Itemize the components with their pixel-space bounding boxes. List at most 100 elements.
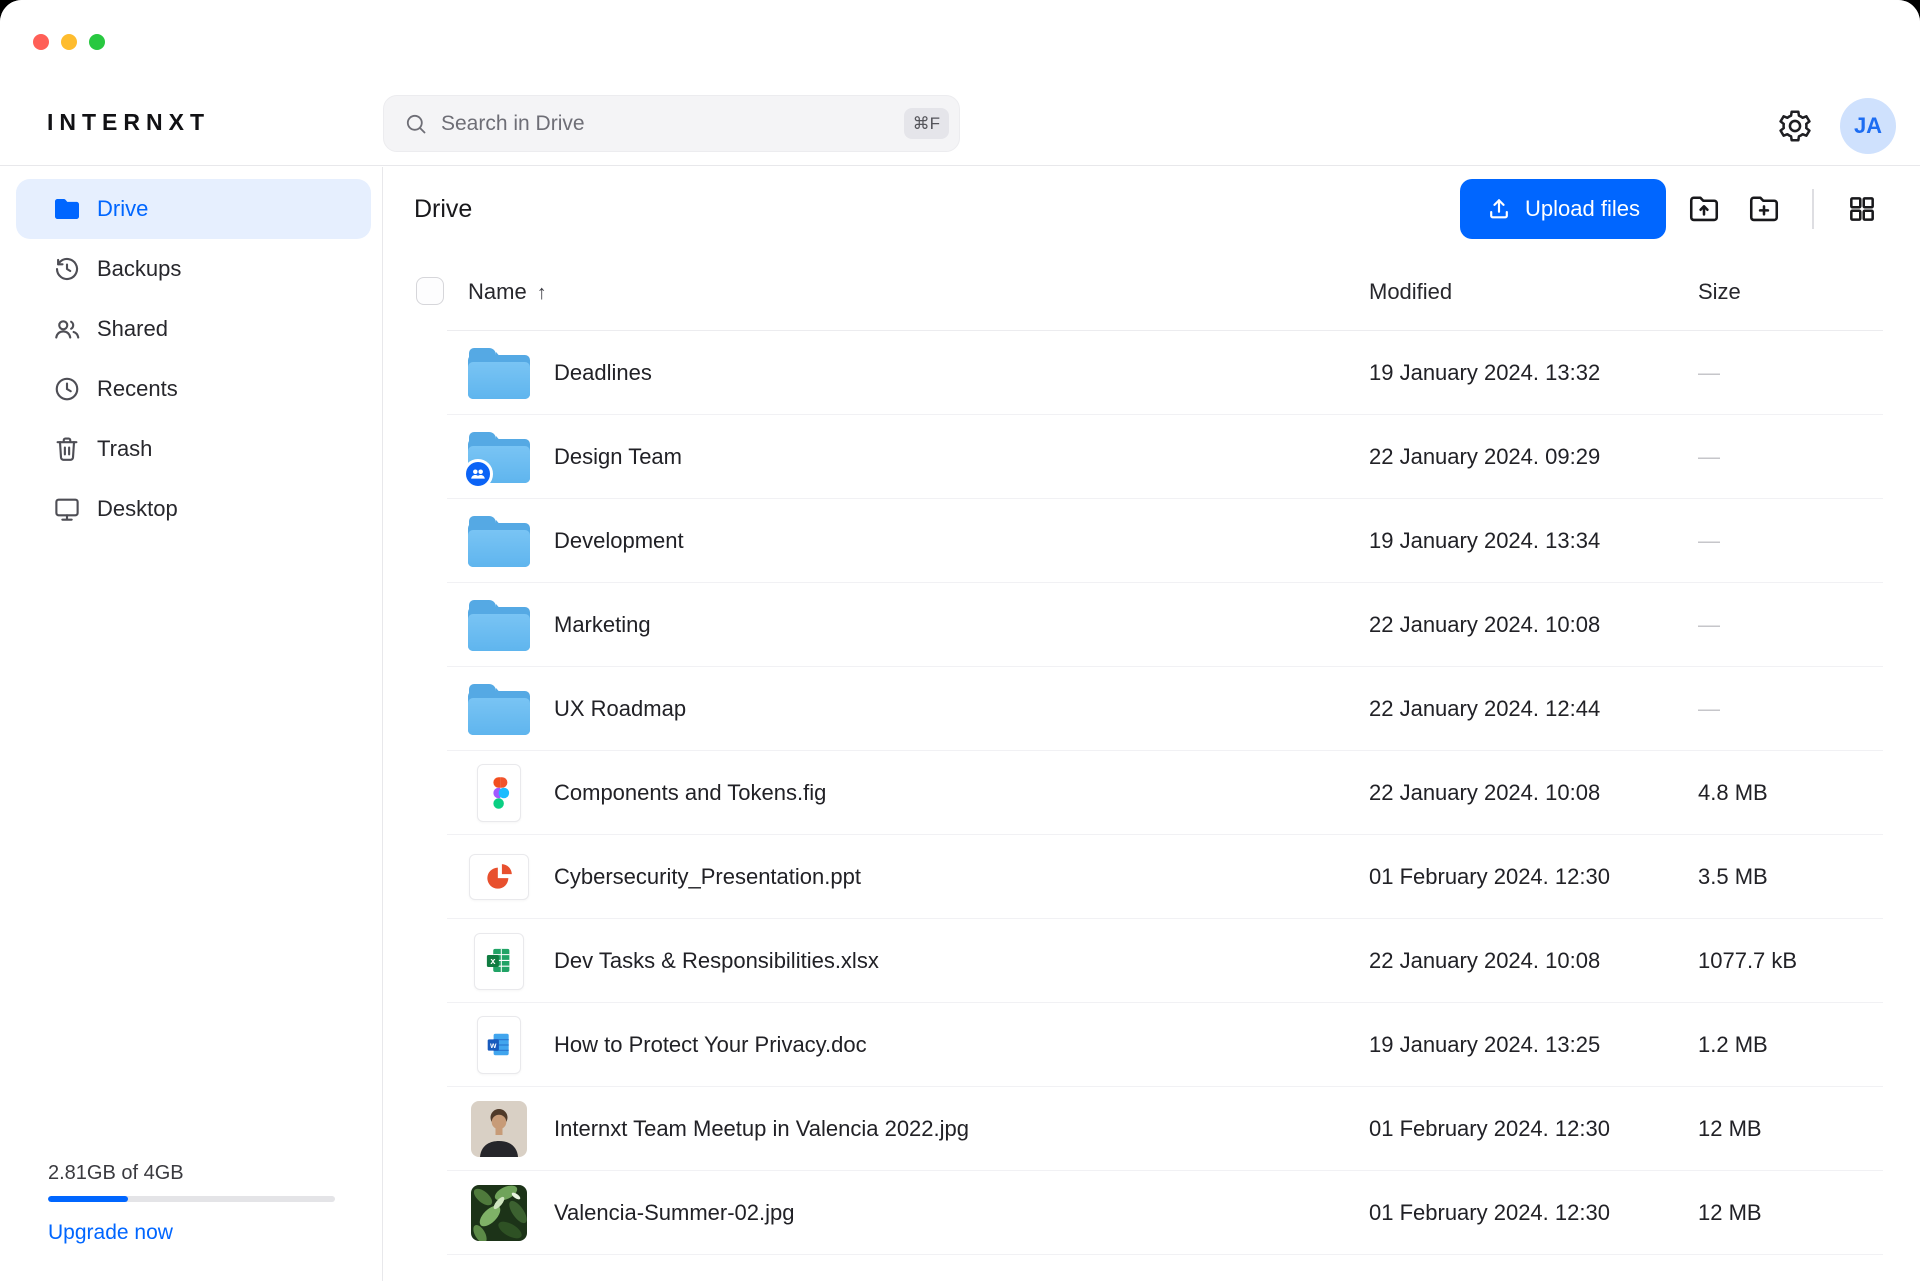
page-title: Drive — [414, 195, 472, 224]
internxt-logo: INTERNXT — [47, 109, 210, 136]
window-close-button[interactable] — [33, 34, 49, 50]
top-bar: INTERNXT ⌘F JA — [0, 0, 1920, 166]
modified-date: 22 January 2024. 10:08 — [1369, 919, 1600, 1003]
search-input[interactable] — [441, 112, 904, 136]
folder-icon — [468, 348, 530, 399]
grid-view-button[interactable] — [1842, 189, 1882, 229]
modified-date: 19 January 2024. 13:32 — [1369, 331, 1600, 415]
search-icon — [404, 112, 428, 136]
column-header-name[interactable]: Name↑ — [468, 279, 547, 305]
drive-folder-icon — [52, 197, 82, 221]
sidebar-item-label: Recents — [97, 376, 178, 402]
column-header-modified[interactable]: Modified — [1369, 279, 1452, 305]
file-name: UX Roadmap — [554, 667, 686, 751]
excel-icon: x — [474, 933, 524, 990]
file-row-valencia-summer-photo[interactable]: Valencia-Summer-02.jpg 01 February 2024.… — [447, 1171, 1883, 1255]
file-size: 12 MB — [1698, 1087, 1762, 1171]
upload-folder-button[interactable] — [1684, 189, 1724, 229]
file-size: 12 MB — [1698, 1171, 1762, 1255]
shared-folder-icon — [468, 432, 530, 483]
figma-icon — [477, 764, 521, 822]
modified-date: 01 February 2024. 12:30 — [1369, 1087, 1610, 1171]
clock-icon — [52, 374, 82, 404]
file-row-components-tokens[interactable]: Components and Tokens.fig 22 January 202… — [447, 751, 1883, 835]
window-minimize-button[interactable] — [61, 34, 77, 50]
sidebar-item-desktop[interactable]: Desktop — [16, 479, 371, 539]
sidebar-item-shared[interactable]: Shared — [16, 299, 371, 359]
file-row-dev-tasks[interactable]: x Dev Tasks & Responsibilities.xlsx 22 J… — [447, 919, 1883, 1003]
sidebar-item-trash[interactable]: Trash — [16, 419, 371, 479]
avatar[interactable]: JA — [1840, 98, 1896, 154]
sidebar-item-drive[interactable]: Drive — [16, 179, 371, 239]
file-name: Components and Tokens.fig — [554, 751, 826, 835]
column-header-size[interactable]: Size — [1698, 279, 1741, 305]
sidebar-item-label: Drive — [97, 196, 148, 222]
file-size: — — [1698, 499, 1720, 583]
folder-icon — [468, 600, 530, 651]
search-bar[interactable]: ⌘F — [383, 95, 960, 152]
file-name: Valencia-Summer-02.jpg — [554, 1171, 794, 1255]
modified-date: 01 February 2024. 12:30 — [1369, 835, 1610, 919]
file-row-development[interactable]: Development 19 January 2024. 13:34 — — [447, 499, 1883, 583]
modified-date: 01 February 2024. 12:30 — [1369, 1171, 1610, 1255]
file-size: 1077.7 kB — [1698, 919, 1797, 1003]
backups-history-icon — [52, 254, 82, 284]
file-size: — — [1698, 415, 1720, 499]
sidebar-item-label: Backups — [97, 256, 181, 282]
file-name: Marketing — [554, 583, 651, 667]
folder-icon — [468, 516, 530, 567]
upload-button-label: Upload files — [1525, 196, 1640, 222]
file-row-ux-roadmap[interactable]: UX Roadmap 22 January 2024. 12:44 — — [447, 667, 1883, 751]
storage-bar-fill — [48, 1196, 128, 1202]
file-size: 1.2 MB — [1698, 1003, 1768, 1087]
file-row-marketing[interactable]: Marketing 22 January 2024. 10:08 — — [447, 583, 1883, 667]
file-size: — — [1698, 583, 1720, 667]
sidebar-item-label: Desktop — [97, 496, 178, 522]
file-name: Deadlines — [554, 331, 652, 415]
select-all-checkbox[interactable] — [416, 277, 444, 305]
file-name: Cybersecurity_Presentation.ppt — [554, 835, 861, 919]
file-list: Deadlines 19 January 2024. 13:32 — — [447, 331, 1883, 1255]
folder-icon — [468, 684, 530, 735]
file-row-cybersecurity-presentation[interactable]: Cybersecurity_Presentation.ppt 01 Februa… — [447, 835, 1883, 919]
storage-indicator: 2.81GB of 4GB Upgrade now — [48, 1162, 335, 1245]
settings-button[interactable] — [1776, 107, 1814, 145]
search-shortcut-badge: ⌘F — [904, 108, 949, 139]
sidebar-item-label: Trash — [97, 436, 152, 462]
app-window: INTERNXT ⌘F JA Drive — [0, 0, 1920, 1281]
powerpoint-icon — [469, 854, 529, 900]
trash-icon — [52, 434, 82, 464]
file-row-privacy-doc[interactable]: w How to Protect Your Privacy.doc 19 Jan… — [447, 1003, 1883, 1087]
modified-date: 22 January 2024. 10:08 — [1369, 751, 1600, 835]
file-size: — — [1698, 667, 1720, 751]
modified-date: 19 January 2024. 13:34 — [1369, 499, 1600, 583]
modified-date: 22 January 2024. 12:44 — [1369, 667, 1600, 751]
sort-ascending-arrow: ↑ — [537, 282, 547, 304]
main-content: Drive Upload files — [384, 167, 1920, 1281]
table-header: Name↑ Modified Size — [447, 251, 1883, 331]
word-icon: w — [477, 1016, 521, 1074]
file-row-design-team[interactable]: Design Team 22 January 2024. 09:29 — — [447, 415, 1883, 499]
gear-icon — [1776, 107, 1814, 145]
sidebar-item-backups[interactable]: Backups — [16, 239, 371, 299]
window-controls — [33, 34, 105, 50]
file-row-deadlines[interactable]: Deadlines 19 January 2024. 13:32 — — [447, 331, 1883, 415]
modified-date: 22 January 2024. 10:08 — [1369, 583, 1600, 667]
file-row-team-meetup-photo[interactable]: Internxt Team Meetup in Valencia 2022.jp… — [447, 1087, 1883, 1171]
storage-usage-text: 2.81GB of 4GB — [48, 1162, 335, 1185]
window-zoom-button[interactable] — [89, 34, 105, 50]
image-thumbnail-leaves — [471, 1185, 527, 1241]
upload-files-button[interactable]: Upload files — [1460, 179, 1666, 239]
modified-date: 19 January 2024. 13:25 — [1369, 1003, 1600, 1087]
shared-folder-badge — [463, 459, 493, 489]
toolbar-divider — [1812, 189, 1814, 229]
sidebar-item-recents[interactable]: Recents — [16, 359, 371, 419]
upgrade-link[interactable]: Upgrade now — [48, 1221, 173, 1245]
file-name: How to Protect Your Privacy.doc — [554, 1003, 867, 1087]
folder-plus-icon — [1746, 191, 1782, 227]
sidebar-item-label: Shared — [97, 316, 168, 342]
new-folder-button[interactable] — [1744, 189, 1784, 229]
file-name: Dev Tasks & Responsibilities.xlsx — [554, 919, 879, 1003]
file-size: 4.8 MB — [1698, 751, 1768, 835]
file-name: Development — [554, 499, 684, 583]
